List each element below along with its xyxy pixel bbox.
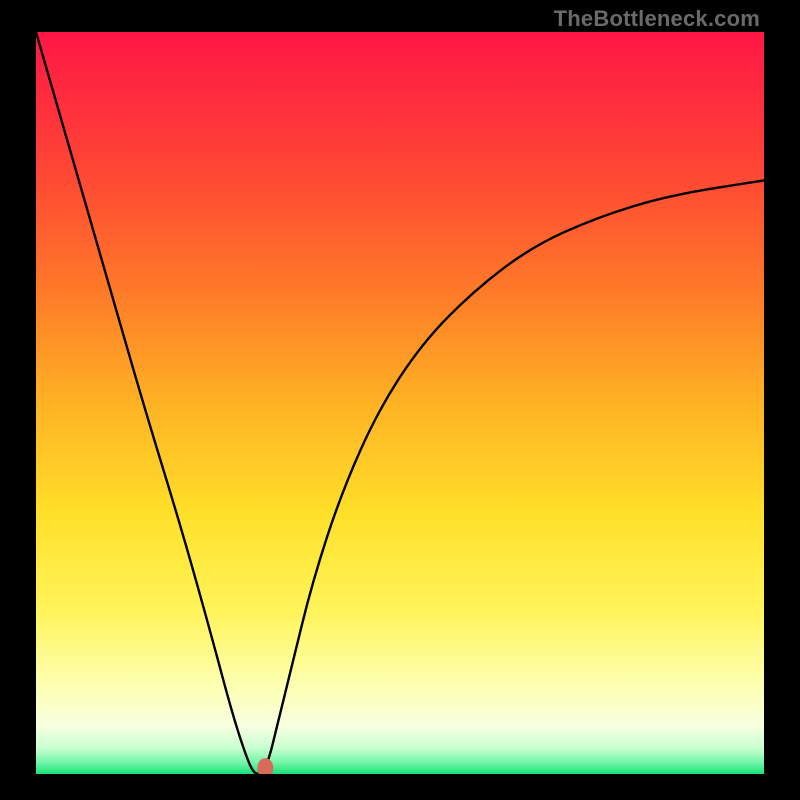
gradient-background xyxy=(36,32,764,774)
watermark-text: TheBottleneck.com xyxy=(554,6,760,32)
plot-svg xyxy=(36,32,764,774)
plot-area xyxy=(36,32,764,774)
